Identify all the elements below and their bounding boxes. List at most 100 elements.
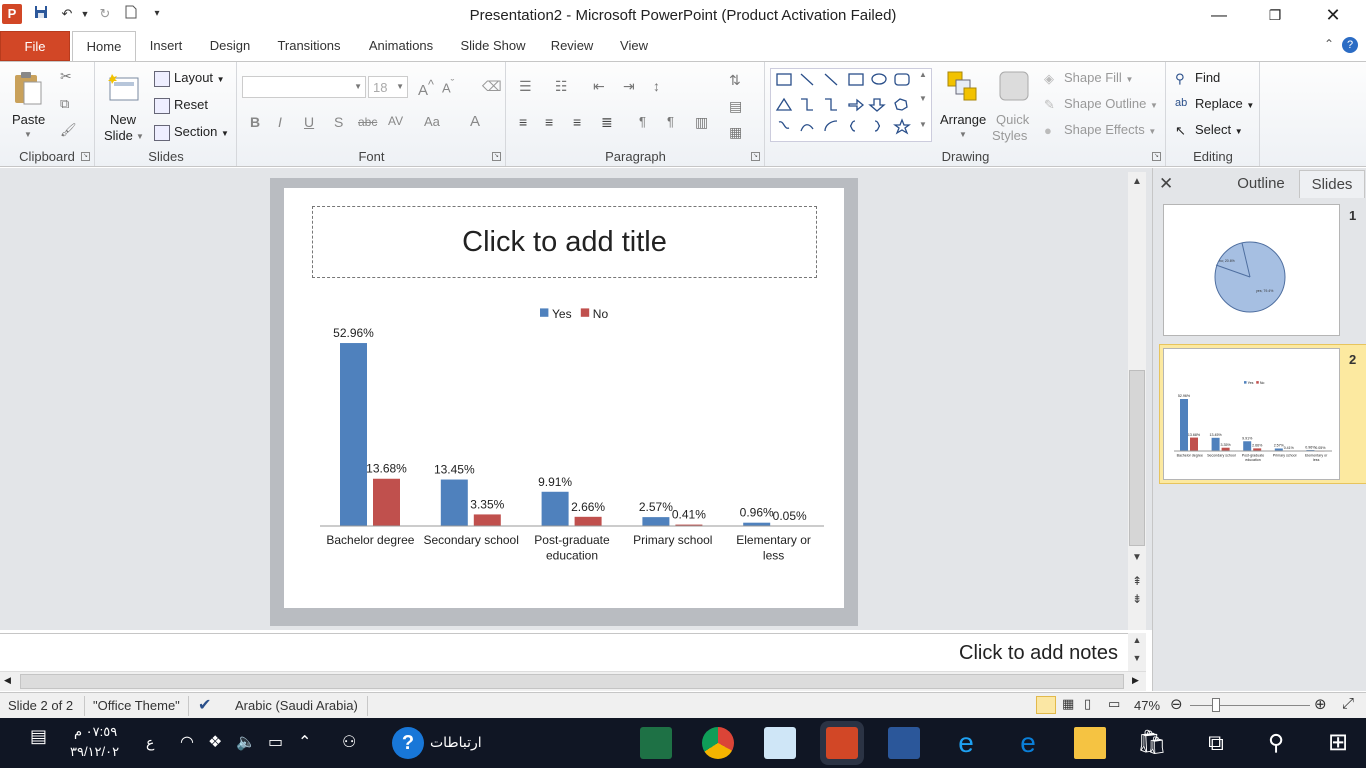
fit-to-window-icon[interactable]: ⤢ <box>1342 695 1354 712</box>
scroll-left-icon[interactable]: ◀ <box>4 675 11 686</box>
clock-time[interactable]: ٠٧:٥٩ م <box>74 724 117 740</box>
tab-home[interactable]: Home <box>72 31 136 61</box>
columns-icon[interactable]: ▥ <box>695 114 708 131</box>
slide-canvas[interactable]: Click to add title Yes No 52.96% 13.68% Bach… <box>284 188 844 608</box>
smartart-icon[interactable]: ▦ <box>729 124 742 141</box>
zoom-slider[interactable] <box>1190 705 1310 706</box>
notes-scroll-down-icon[interactable]: ▼ <box>1128 653 1146 663</box>
align-text-icon[interactable]: ▤ <box>729 98 742 115</box>
shape-effects-button[interactable]: ● Shape Effects ▼ <box>1044 122 1156 139</box>
section-button[interactable]: Section ▼ <box>154 124 229 141</box>
search-icon[interactable]: ⚲ <box>1260 727 1292 759</box>
tab-view[interactable]: View <box>612 31 656 61</box>
strikethrough-icon[interactable]: abc <box>358 115 377 129</box>
italic-icon[interactable]: I <box>278 114 282 130</box>
windows-start-icon[interactable]: ⊞ <box>1322 727 1354 759</box>
notes-pane[interactable]: Click to add notes <box>0 633 1128 671</box>
ie-taskbar-icon[interactable]: e <box>950 727 982 759</box>
font-color-icon[interactable]: A <box>470 113 480 130</box>
new-slide-button[interactable]: New <box>110 112 136 127</box>
tab-slide-show[interactable]: Slide Show <box>454 31 532 61</box>
justify-icon[interactable]: ≣ <box>601 114 613 131</box>
hscroll-thumb[interactable] <box>20 674 1124 689</box>
shape-outline-button[interactable]: ✎ Shape Outline ▼ <box>1044 96 1158 113</box>
excel-taskbar-icon[interactable] <box>640 727 672 759</box>
tray-expand-icon[interactable]: ⌃ <box>298 732 311 752</box>
slide-thumbnail-2[interactable]: Yes No 52.96% 13.68% Bachelor degree 13.45% 3.… <box>1163 348 1340 480</box>
help-question-icon[interactable]: ? <box>392 727 424 759</box>
scroll-right-icon[interactable]: ▶ <box>1132 675 1139 686</box>
normal-view-icon[interactable] <box>1036 696 1056 714</box>
shapes-gallery[interactable] <box>770 68 932 142</box>
cut-icon[interactable]: ✂ <box>60 68 72 85</box>
ltr-icon[interactable]: ¶ <box>639 114 646 129</box>
zoom-level[interactable]: 47% <box>1134 698 1160 713</box>
line-spacing-icon[interactable]: ↕ <box>653 78 660 94</box>
internet-explorer-taskbar-icon[interactable] <box>764 727 796 759</box>
language-indicator[interactable]: Arabic (Saudi Arabia) <box>235 698 358 713</box>
font-size-combo[interactable]: 18 ▼ <box>368 76 408 98</box>
arrange-button[interactable]: Arrange <box>940 112 986 127</box>
layout-button[interactable]: Layout ▼ <box>154 70 225 87</box>
align-left-icon[interactable]: ≡ <box>519 114 527 130</box>
shadow-icon[interactable]: S <box>334 114 343 130</box>
theme-name[interactable]: "Office Theme" <box>93 698 180 713</box>
tab-file[interactable]: File <box>0 31 70 61</box>
tab-review[interactable]: Review <box>544 31 600 61</box>
select-button[interactable]: ↖ Select ▼ <box>1175 122 1243 139</box>
input-language[interactable]: ع <box>146 734 154 751</box>
format-painter-icon[interactable]: 🖌 <box>60 122 77 138</box>
tab-slides[interactable]: Slides <box>1299 170 1365 198</box>
paragraph-launcher-icon[interactable]: ↘ <box>751 152 760 161</box>
tab-insert[interactable]: Insert <box>140 31 192 61</box>
horizontal-scrollbar[interactable]: ◀ ▶ <box>0 671 1146 691</box>
bold-icon[interactable]: B <box>250 114 260 130</box>
scroll-up-arrow-icon[interactable]: ▲ <box>1128 176 1146 187</box>
rtl-icon[interactable]: ¶ <box>667 114 674 129</box>
increase-indent-icon[interactable]: ⇥ <box>623 78 635 95</box>
replace-button[interactable]: ab Replace ▼ <box>1175 96 1254 113</box>
battery-icon[interactable]: ▭ <box>268 732 283 752</box>
new-slide-icon[interactable] <box>108 72 140 104</box>
tab-design[interactable]: Design <box>200 31 260 61</box>
wifi-icon[interactable]: ◠ <box>180 732 194 752</box>
restore-button[interactable]: ❐ <box>1252 0 1298 31</box>
quick-styles-button[interactable]: Quick <box>996 112 1029 127</box>
underline-icon[interactable]: U <box>304 114 314 130</box>
previous-slide-icon[interactable]: ⇞ <box>1128 574 1146 588</box>
shape-fill-button[interactable]: ◈ Shape Fill ▼ <box>1044 70 1133 87</box>
gallery-more-icon[interactable]: ▼ <box>919 120 927 129</box>
shrink-font-icon[interactable]: Aˇ <box>442 78 454 95</box>
tab-transitions[interactable]: Transitions <box>270 31 348 61</box>
clipboard-launcher-icon[interactable]: ↘ <box>81 152 90 161</box>
powerpoint-taskbar-icon[interactable] <box>826 727 858 759</box>
scroll-down-arrow-icon[interactable]: ▼ <box>1128 552 1146 563</box>
notification-icon[interactable]: ▤ <box>30 726 47 747</box>
align-right-icon[interactable]: ≡ <box>573 114 581 130</box>
arrange-icon[interactable] <box>946 70 978 102</box>
slide-vertical-scrollbar[interactable]: ▲ ▼ ⇞ ⇟ <box>1128 172 1146 630</box>
numbering-icon[interactable]: ☷ <box>555 78 568 95</box>
arrange-dropdown-icon[interactable]: ▼ <box>959 130 967 139</box>
word-taskbar-icon[interactable] <box>888 727 920 759</box>
new-slide-button-line2[interactable]: Slide <box>104 128 133 143</box>
character-spacing-icon[interactable]: AV <box>388 114 403 128</box>
quick-styles-icon[interactable] <box>998 70 1030 102</box>
tab-outline[interactable]: Outline <box>1223 170 1299 198</box>
slide-thumbnail-1[interactable]: no; 20.6% yes; 79.4% <box>1163 204 1340 336</box>
font-name-combo[interactable]: ▼ <box>242 76 366 98</box>
paste-icon[interactable] <box>12 70 44 105</box>
dropbox-icon[interactable]: ❖ <box>208 732 222 752</box>
zoom-slider-thumb[interactable] <box>1212 698 1220 712</box>
clock-date[interactable]: ٣٩/١٢/٠٢ <box>70 744 119 760</box>
clear-formatting-icon[interactable]: ⌫ <box>482 78 502 95</box>
new-slide-dropdown-icon[interactable]: ▼ <box>136 132 144 141</box>
proofing-icon[interactable]: ✔ <box>198 695 211 715</box>
text-direction-icon[interactable]: ⇅ <box>729 72 741 89</box>
notes-scroll-up-icon[interactable]: ▲ <box>1128 635 1146 645</box>
find-button[interactable]: ⚲ Find <box>1175 70 1220 87</box>
font-launcher-icon[interactable]: ↘ <box>492 152 501 161</box>
volume-icon[interactable]: 🔈 <box>236 732 256 752</box>
title-placeholder[interactable]: Click to add title <box>312 206 817 278</box>
paste-dropdown-icon[interactable]: ▼ <box>24 130 32 139</box>
